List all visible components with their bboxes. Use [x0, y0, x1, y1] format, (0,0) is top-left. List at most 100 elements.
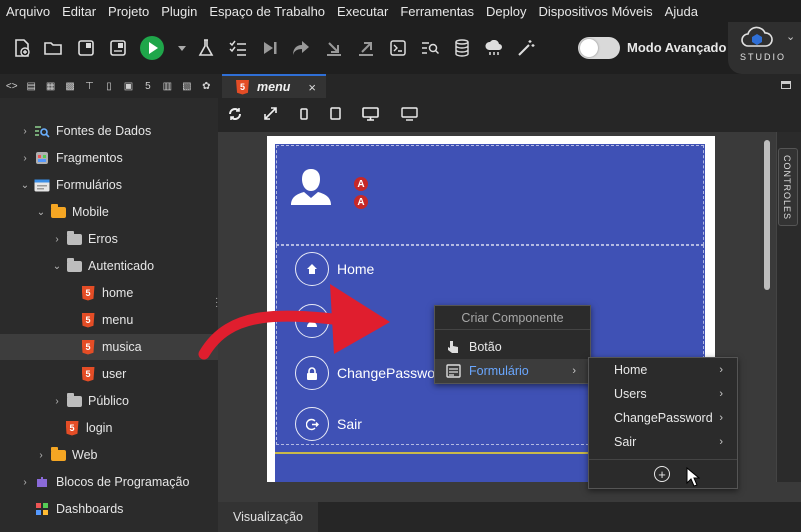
tree-item-formularios[interactable]: ⌄ Formulários [0, 172, 218, 198]
tree-item-user[interactable]: 5 user [0, 361, 218, 387]
context-menu-item-formulario[interactable]: Formulário › [435, 359, 590, 383]
layout-icon[interactable]: ▦ [43, 78, 58, 94]
badge: A [354, 195, 368, 209]
folder-icon [50, 446, 66, 462]
tree-item-label: Fragmentos [56, 151, 123, 165]
expand-icon[interactable] [264, 107, 277, 123]
chevron-right-icon[interactable]: › [20, 126, 30, 137]
cloud-icon[interactable] [484, 38, 504, 58]
maximize-icon[interactable] [781, 81, 791, 89]
header-container-outline[interactable] [276, 145, 704, 245]
tree-item-label: Web [72, 448, 98, 462]
open-folder-icon[interactable] [43, 38, 63, 58]
context-menu: Criar Componente Botão Formulário › [434, 305, 591, 384]
tab-menu[interactable]: 5 menu × [222, 74, 326, 98]
tree-item-label: Mobile [72, 205, 109, 219]
tree-item-fragmentos[interactable]: › Fragmentos [0, 145, 218, 171]
code-icon[interactable]: <> [4, 78, 19, 94]
tree-item-login[interactable]: 5 login [0, 415, 218, 441]
tree-item-web[interactable]: › Web [0, 442, 218, 468]
tab-title: menu [257, 80, 291, 94]
window-icon[interactable] [76, 38, 96, 58]
magic-wand-icon[interactable] [516, 38, 536, 58]
mobile-grid-icon[interactable]: ▣ [121, 78, 136, 94]
html5-icon[interactable]: 5 [140, 78, 155, 94]
terminal-icon[interactable] [388, 38, 408, 58]
tree-item-musica[interactable]: 5 musica [0, 334, 218, 360]
new-file-icon[interactable] [12, 38, 32, 58]
controls-tab-label: CONTROLES [782, 155, 792, 221]
tab-visualizacao[interactable]: Visualização [218, 502, 318, 532]
gallery-icon[interactable]: ▧ [179, 78, 194, 94]
tree-item-dashboards[interactable]: Dashboards [0, 496, 218, 522]
chevron-right-icon[interactable]: › [20, 153, 30, 164]
hierarchy-icon[interactable]: ⊤ [82, 78, 97, 94]
menu-editar[interactable]: Editar [62, 4, 96, 19]
database-icon[interactable] [452, 38, 472, 58]
tree-item-erros[interactable]: › Erros [0, 226, 218, 252]
chevron-right-icon[interactable]: › [52, 396, 62, 407]
context-menu-item-botao[interactable]: Botão [435, 335, 590, 359]
tree-item-blocos-de-programacao[interactable]: › Blocos de Programação [0, 469, 218, 495]
tree-item-publico[interactable]: › Público [0, 388, 218, 414]
submenu-item-changepassword[interactable]: ChangePassword › [589, 406, 737, 430]
menu-dispositivos-moveis[interactable]: Dispositivos Móveis [539, 4, 653, 19]
download-icon[interactable] [324, 38, 344, 58]
menu-executar[interactable]: Executar [337, 4, 388, 19]
run-button[interactable] [140, 36, 164, 60]
tree-item-autenticado[interactable]: ⌄ Autenticado [0, 253, 218, 279]
chevron-down-icon[interactable]: ⌄ [786, 30, 795, 43]
logout-icon[interactable] [295, 407, 329, 441]
save-icon[interactable] [108, 38, 128, 58]
studio-logo[interactable]: STUDIO ⌄ [728, 22, 801, 74]
controls-panel-tab[interactable]: CONTROLES [778, 148, 798, 226]
menu-projeto[interactable]: Projeto [108, 4, 149, 19]
chevron-down-icon[interactable]: ⌄ [20, 180, 30, 191]
menu-espaco-de-trabalho[interactable]: Espaço de Trabalho [209, 4, 325, 19]
tree-item-label: musica [102, 340, 142, 354]
chevron-right-icon[interactable]: › [20, 477, 30, 488]
widgets-icon[interactable]: ▥ [160, 78, 175, 94]
submenu-item-sair[interactable]: Sair › [589, 430, 737, 454]
cards-icon[interactable]: ▩ [62, 78, 77, 94]
chevron-down-icon[interactable]: ⌄ [36, 207, 46, 218]
menu-plugin[interactable]: Plugin [161, 4, 197, 19]
palette-icon[interactable]: ✿ [199, 78, 214, 94]
search-list-icon[interactable] [420, 38, 440, 58]
refresh-icon[interactable] [228, 107, 242, 124]
chevron-right-icon[interactable]: › [52, 234, 62, 245]
step-icon[interactable] [260, 38, 280, 58]
nav-label-sair[interactable]: Sair [337, 416, 362, 432]
page-icon[interactable]: ▤ [23, 78, 38, 94]
checklist-icon[interactable] [228, 38, 248, 58]
pointer-hand-icon [445, 340, 461, 354]
monitor-icon[interactable] [401, 107, 418, 124]
run-dropdown-caret[interactable] [178, 46, 186, 51]
share-icon[interactable] [291, 38, 311, 58]
tree-item-home[interactable]: 5 home [0, 280, 218, 306]
chevron-right-icon: › [719, 388, 723, 400]
phone-small-icon[interactable] [300, 107, 308, 123]
submenu-item-users[interactable]: Users › [589, 382, 737, 406]
chevron-right-icon[interactable]: › [36, 450, 46, 461]
tablet-icon[interactable] [330, 107, 341, 123]
close-icon[interactable]: × [308, 80, 316, 95]
vertical-scrollbar[interactable] [764, 140, 770, 290]
menu-ferramentas[interactable]: Ferramentas [400, 4, 474, 19]
menu-deploy[interactable]: Deploy [486, 4, 526, 19]
chevron-down-icon[interactable]: ⌄ [52, 261, 62, 272]
submenu-item-home[interactable]: Home › [589, 358, 737, 382]
tree-item-menu[interactable]: 5 menu [0, 307, 218, 333]
context-menu-header: Criar Componente [435, 306, 590, 330]
tree-item-mobile[interactable]: ⌄ Mobile [0, 199, 218, 225]
menu-ajuda[interactable]: Ajuda [665, 4, 698, 19]
desktop-icon[interactable] [362, 107, 379, 124]
tree-item-fontes-de-dados[interactable]: › Fontes de Dados [0, 118, 218, 144]
menu-arquivo[interactable]: Arquivo [6, 4, 50, 19]
mobile-icon[interactable]: ▯ [101, 78, 116, 94]
upload-icon[interactable] [356, 38, 376, 58]
flask-icon[interactable] [196, 38, 216, 58]
avatar-icon[interactable] [289, 165, 333, 207]
add-circle-icon[interactable]: + [654, 466, 670, 482]
advanced-mode-toggle[interactable] [578, 37, 620, 59]
